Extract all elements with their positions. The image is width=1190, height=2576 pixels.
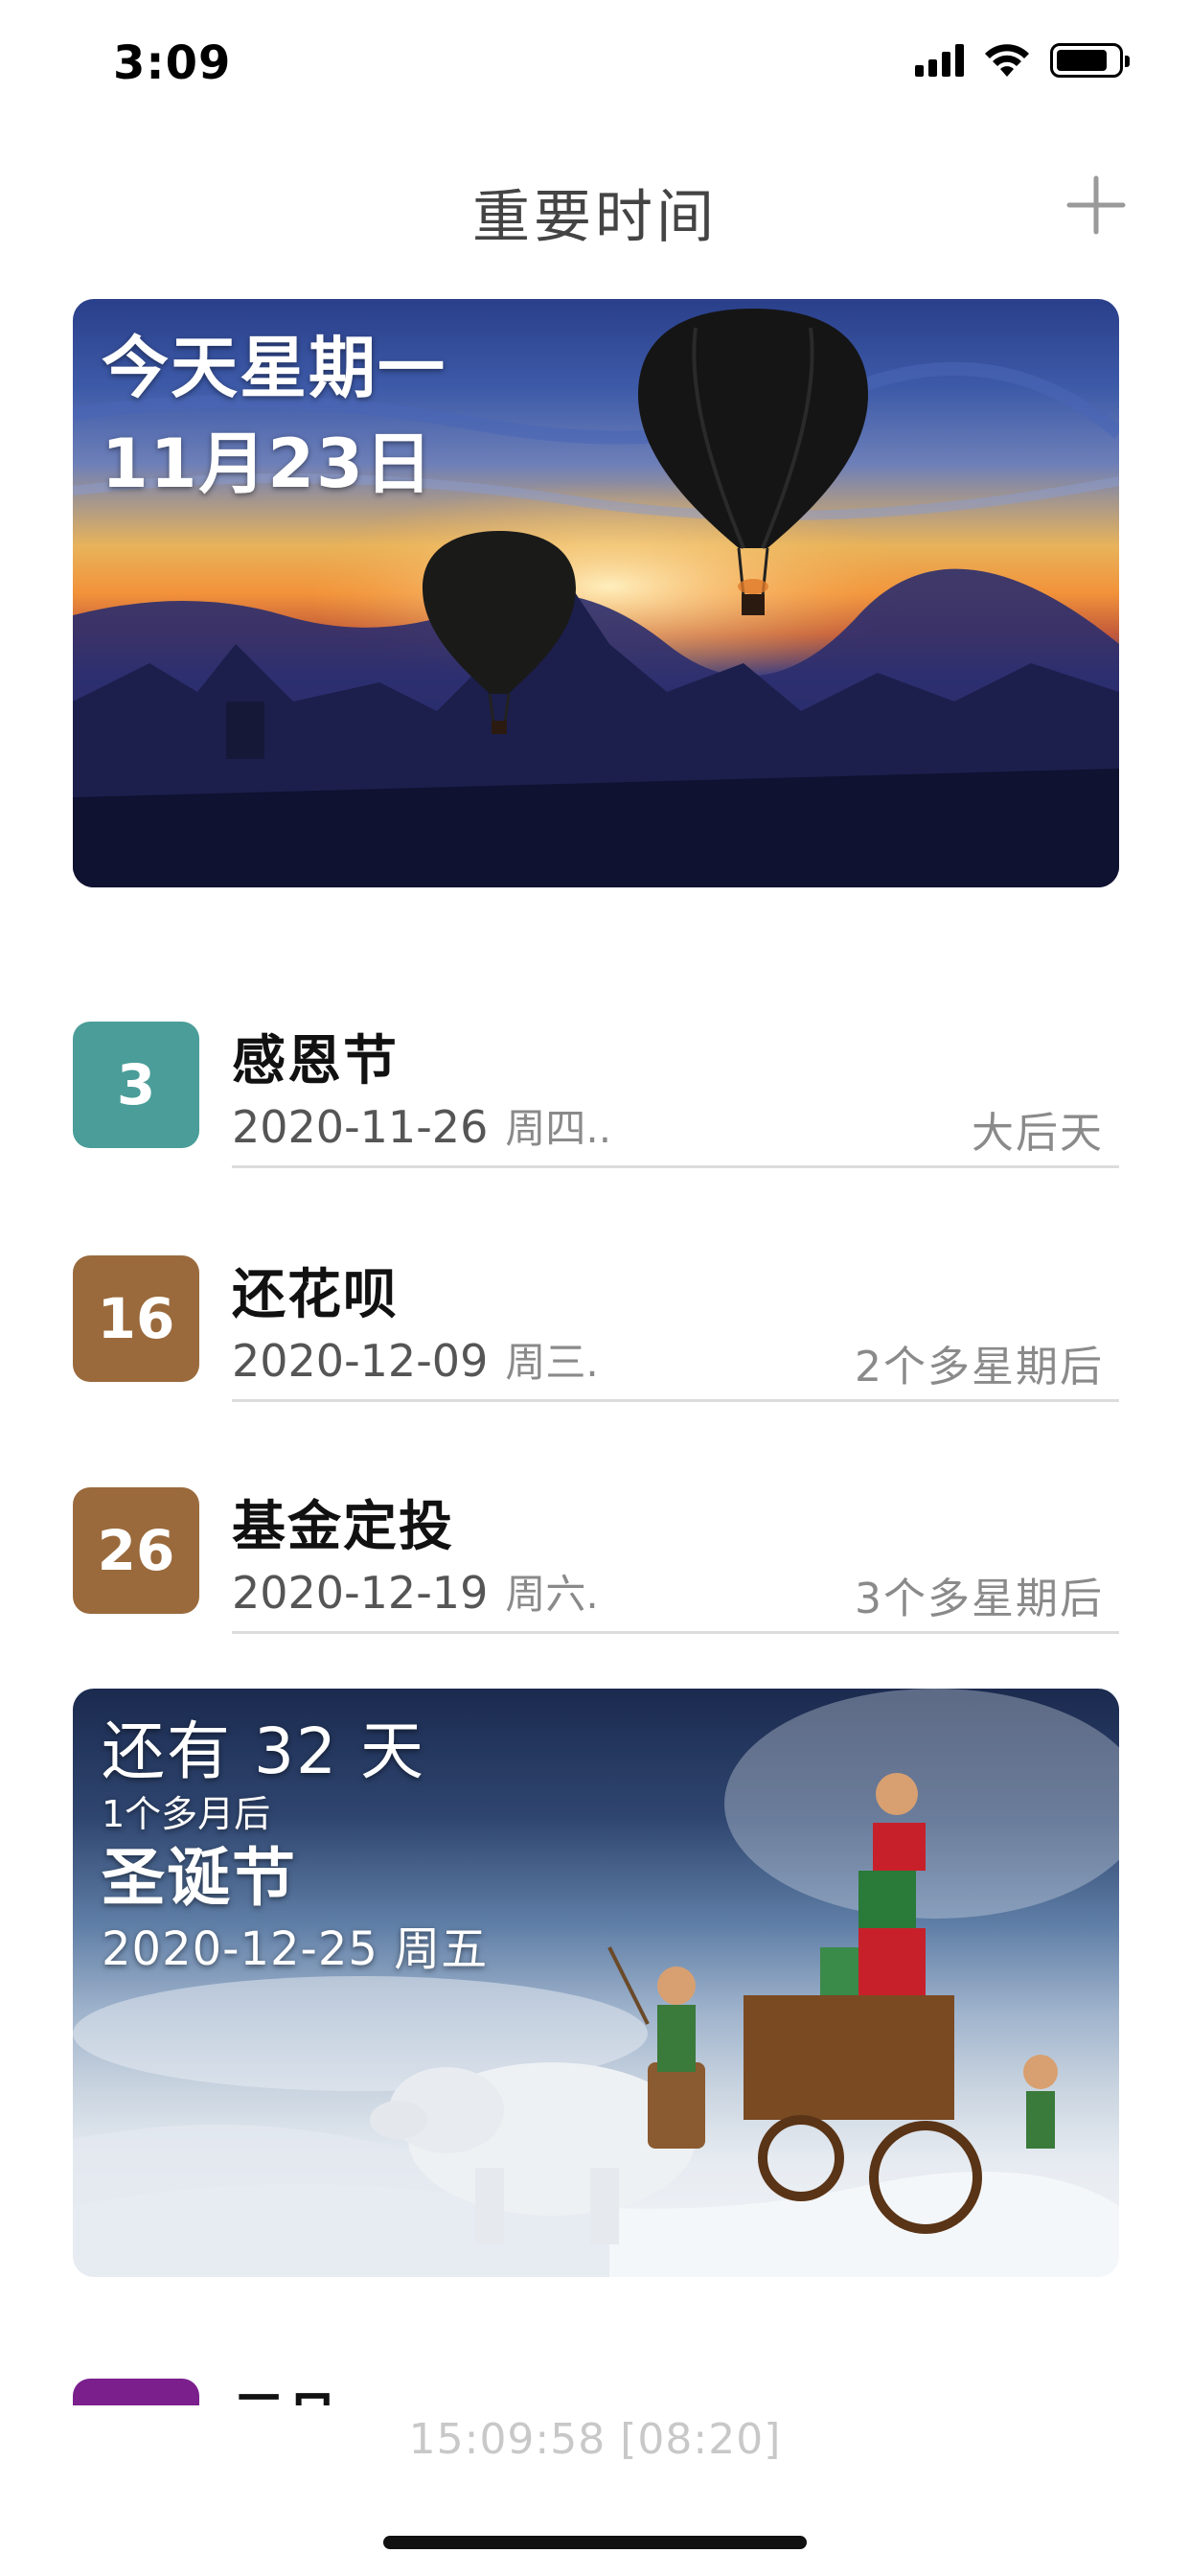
event-relative-time: 2个多星期后 [855,1343,1104,1392]
days-badge: 3 [73,1022,199,1148]
event-name: 元旦 [232,2379,339,2405]
list-item[interactable]: 16 还花呗 2020-12-09 周三. 2个多星期后 [73,1255,1119,1402]
days-badge: 26 [73,1487,199,1614]
today-text: 今天星期一 11月23日 [102,320,446,512]
event-date: 2020-12-19 周六. [232,1562,599,1621]
today-weekday: 今天星期一 [102,329,446,407]
event-name: 基金定投 [232,1496,454,1558]
today-card: 今天星期一 11月23日 [73,299,1119,887]
plus-icon [1066,175,1126,235]
list-item[interactable]: 26 基金定投 2020-12-19 周六. 3个多星期后 [73,1487,1119,1634]
featured-event-name: 圣诞节 [102,1841,297,1915]
status-time: 3:09 [113,36,232,90]
status-icons [915,42,1130,79]
divider [232,1631,1119,1634]
wifi-icon [985,44,1029,77]
featured-event-date: 2020-12-25 周五 [102,1922,489,1976]
clock-readout: 15:09:58 [08:20] [408,2415,782,2464]
battery-icon [1050,43,1130,78]
event-name: 还花呗 [232,1264,399,1326]
event-relative-time: 大后天 [972,1109,1104,1158]
days-badge: 16 [73,1255,199,1382]
add-event-button[interactable] [1060,169,1133,242]
event-relative-time: 3个多星期后 [855,1575,1104,1623]
list-item[interactable]: 3 感恩节 2020-11-26 周四.. 大后天 [73,1022,1119,1168]
divider [232,1165,1119,1168]
page-title: 重要时间 [472,184,718,251]
featured-event-text: 还有 32 天 1个多月后 圣诞节 2020-12-25 周五 [102,1714,488,1980]
event-name: 感恩节 [232,1030,399,1092]
event-date-value: 2020-12-09 [232,1335,489,1387]
event-date: 2020-12-09 周三. [232,1330,599,1389]
event-weekday: 周三. [505,1339,599,1386]
event-date-value: 2020-12-19 [232,1567,489,1619]
countdown-approx: 1个多月后 [102,1793,271,1835]
list-item-partial[interactable]: 元旦 [73,2379,1119,2405]
screen: 3:09 重要时间 今天星期一 11月23日 3 感恩节 2020-11-26 … [0,0,1190,2576]
event-date-value: 2020-11-26 [232,1101,489,1153]
status-bar: 3:09 [0,0,1190,134]
days-badge [73,2379,199,2405]
today-date: 11月23日 [102,425,434,503]
event-date: 2020-11-26 周四.. [232,1096,611,1155]
featured-event-card[interactable]: 还有 32 天 1个多月后 圣诞节 2020-12-25 周五 [73,1689,1119,2277]
divider [232,1399,1119,1402]
countdown-days: 还有 32 天 [102,1714,425,1788]
cellular-signal-icon [915,44,964,77]
event-weekday: 周六. [505,1571,599,1618]
home-indicator[interactable] [383,2536,807,2549]
event-weekday: 周四.. [505,1105,612,1152]
